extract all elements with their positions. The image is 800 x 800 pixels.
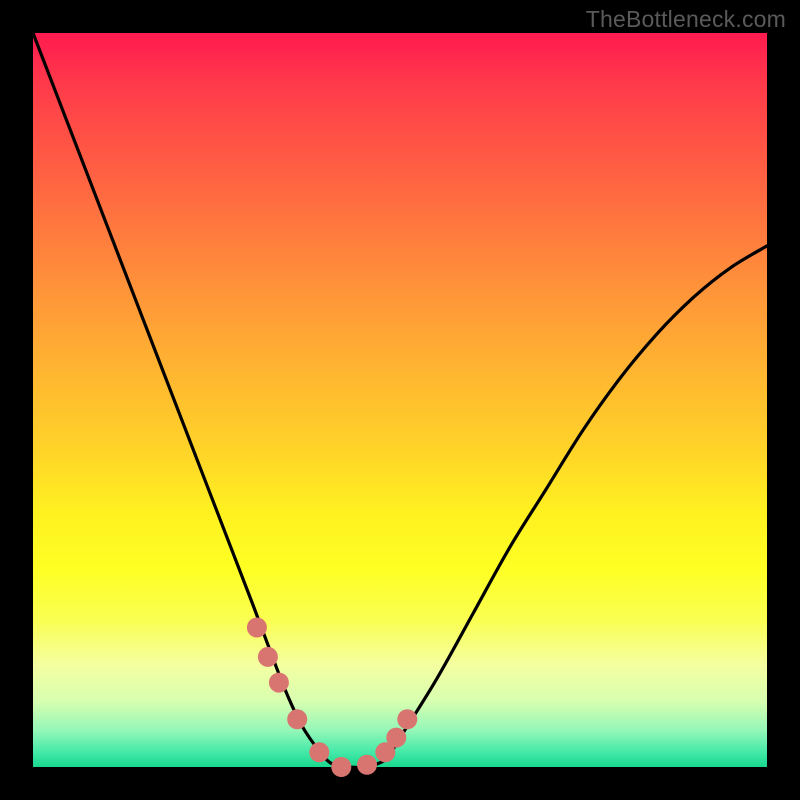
curve-marker: [287, 709, 307, 729]
curve-marker: [357, 755, 377, 775]
curve-marker: [269, 673, 289, 693]
bottleneck-curve: [33, 33, 767, 768]
watermark-text: TheBottleneck.com: [586, 6, 786, 33]
chart-svg: [33, 33, 767, 767]
curve-marker: [331, 757, 351, 777]
curve-marker: [397, 709, 417, 729]
curve-marker: [247, 618, 267, 638]
plot-area: [33, 33, 767, 767]
curve-marker: [309, 742, 329, 762]
curve-marker: [258, 647, 278, 667]
chart-frame: TheBottleneck.com: [0, 0, 800, 800]
curve-markers: [247, 618, 417, 778]
curve-marker: [386, 728, 406, 748]
